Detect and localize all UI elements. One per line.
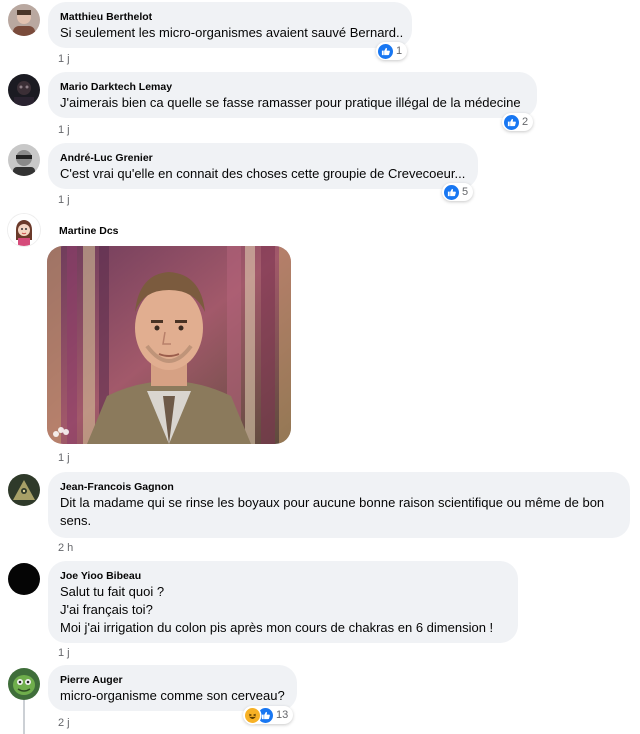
comment-author[interactable]: Mario Darktech Lemay xyxy=(60,80,525,94)
comment-text: C'est vrai qu'elle en connait des choses… xyxy=(60,166,466,181)
comment-bubble: Matthieu Berthelot Si seulement les micr… xyxy=(48,2,412,48)
comment-author[interactable]: Pierre Auger xyxy=(60,673,285,687)
comment-text: Si seulement les micro-organismes avaien… xyxy=(60,25,404,40)
comment-text-line: Salut tu fait quoi ? xyxy=(60,584,165,599)
comment-timestamp[interactable]: 1 j xyxy=(58,53,70,65)
thread-connector-line xyxy=(23,700,25,734)
comment-timestamp[interactable]: 2 j xyxy=(58,717,70,729)
reaction-count-badge[interactable]: 2 xyxy=(502,113,534,131)
like-reaction-icon xyxy=(258,707,273,723)
comment-bubble: Mario Darktech Lemay J'aimerais bien ca … xyxy=(48,72,537,118)
haha-reaction-icon xyxy=(245,707,260,723)
comment-author[interactable]: Joe Yioo Bibeau xyxy=(60,569,506,583)
comment-timestamp[interactable]: 1 j xyxy=(58,194,70,206)
avatar[interactable] xyxy=(8,144,40,176)
like-reaction-icon xyxy=(378,43,393,59)
reaction-count: 13 xyxy=(276,709,289,721)
comment-author[interactable]: André-Luc Grenier xyxy=(60,151,466,165)
avatar[interactable] xyxy=(8,563,40,595)
comment-text: J'aimerais bien ca quelle se fasse ramas… xyxy=(60,95,521,110)
comment-author[interactable]: Martine Dcs xyxy=(59,224,119,238)
reaction-count: 1 xyxy=(396,45,403,57)
reaction-count-badge[interactable]: 13 xyxy=(243,706,294,724)
comment-text-line: Moi j'ai irrigation du colon pis après m… xyxy=(60,620,494,635)
avatar[interactable] xyxy=(8,74,40,106)
comment-bubble: Jean-Francois Gagnon Dit la madame qui s… xyxy=(48,472,630,538)
comment-timestamp[interactable]: 1 j xyxy=(58,647,70,659)
comment-text: micro-organisme comme son cerveau? xyxy=(60,688,285,703)
like-reaction-icon xyxy=(444,184,459,200)
reaction-count-badge[interactable]: 1 xyxy=(376,42,408,60)
reaction-count: 2 xyxy=(522,116,529,128)
comment-author[interactable]: Jean-Francois Gagnon xyxy=(60,480,618,494)
avatar[interactable] xyxy=(8,4,40,36)
comment-timestamp[interactable]: 1 j xyxy=(58,452,70,464)
reaction-count-badge[interactable]: 5 xyxy=(442,183,474,201)
reaction-count: 5 xyxy=(462,186,469,198)
comment-author[interactable]: Matthieu Berthelot xyxy=(60,10,400,24)
comment-bubble: André-Luc Grenier C'est vrai qu'elle en … xyxy=(48,143,478,189)
comment-bubble: Joe Yioo Bibeau Salut tu fait quoi ? J'a… xyxy=(48,561,518,643)
like-reaction-icon xyxy=(504,114,519,130)
comment-text-line: Dit la madame qui se rinse les boyaux po… xyxy=(60,495,605,510)
comment-timestamp[interactable]: 1 j xyxy=(58,124,70,136)
avatar[interactable] xyxy=(8,668,40,700)
comment-text-line: sens. xyxy=(60,513,92,528)
gif-image[interactable] xyxy=(47,246,291,444)
comment-bubble: Pierre Auger micro-organisme comme son c… xyxy=(48,665,297,711)
comment-timestamp[interactable]: 2 h xyxy=(58,542,73,554)
avatar[interactable] xyxy=(8,474,40,506)
avatar[interactable] xyxy=(8,214,40,246)
comment-text-line: J'ai français toi? xyxy=(60,602,153,617)
